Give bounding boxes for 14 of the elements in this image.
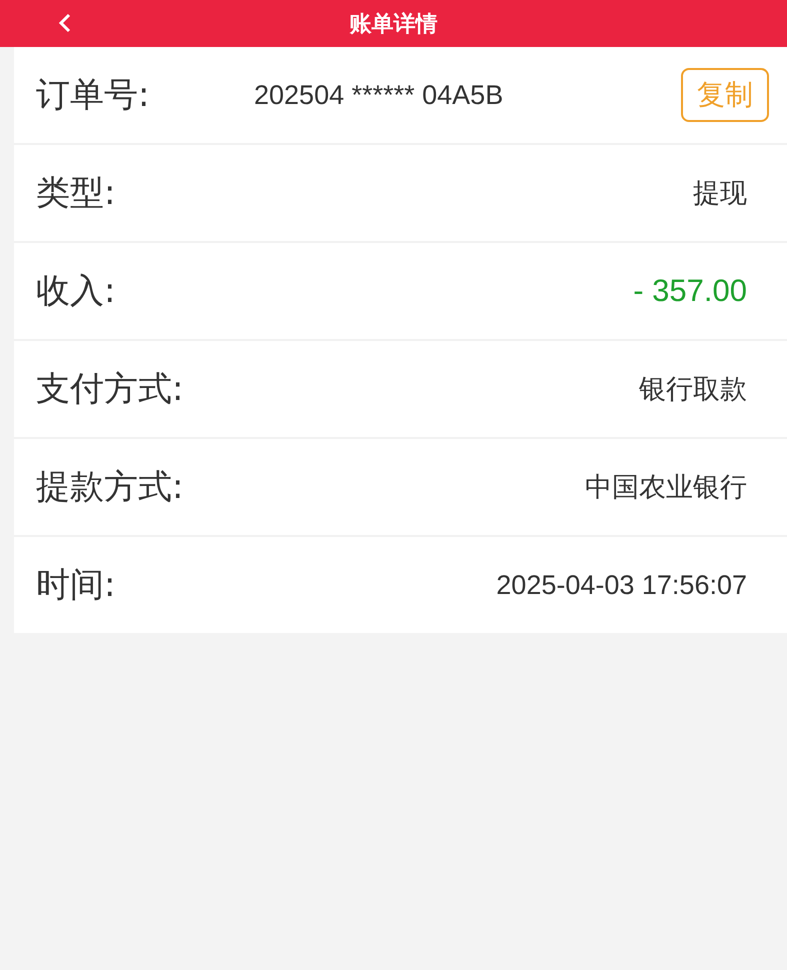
order-number: 202504 ****** 04A5B (254, 80, 504, 110)
field-label: 类型: (36, 172, 116, 215)
field-label: 订单号: (36, 74, 150, 117)
field-value: 银行取款 (639, 373, 747, 406)
field-value: 中国农业银行 (585, 471, 747, 504)
field-label: 收入: (36, 270, 116, 313)
copy-button[interactable]: 复制 (681, 68, 769, 122)
page-title: 账单详情 (350, 10, 438, 38)
amount-value: - 357.00 (633, 273, 747, 309)
field-label: 支付方式: (36, 368, 184, 411)
field-label: 提款方式: (36, 466, 184, 509)
field-value: 2025-04-03 17:56:07 (496, 570, 747, 600)
field-value: 提现 (693, 177, 747, 210)
field-label: 时间: (36, 564, 116, 607)
